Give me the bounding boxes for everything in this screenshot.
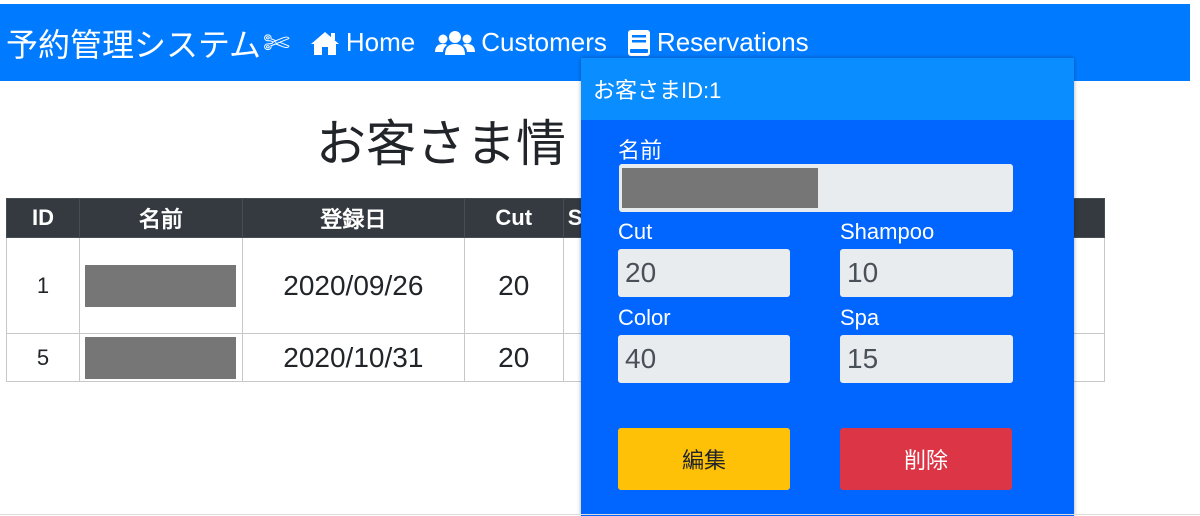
cell-id: 5 (6, 333, 80, 382)
edit-button[interactable]: 編集 (618, 428, 790, 490)
column-header-name: 名前 (78, 198, 243, 238)
shampoo-label: Shampoo (840, 219, 935, 244)
column-header-date: 登録日 (241, 198, 465, 238)
redacted-name-value (622, 168, 818, 208)
scissors-icon: ✄ (263, 23, 290, 62)
brand-title: 予約管理システム (6, 25, 262, 64)
cell-date: 2020/10/31 (241, 333, 465, 382)
color-label: Color (618, 305, 671, 330)
spa-field[interactable]: 15 (840, 335, 1013, 383)
cell-name (78, 333, 243, 382)
users-icon (435, 30, 476, 56)
shampoo-field[interactable]: 10 (840, 249, 1013, 297)
color-field[interactable]: 40 (618, 335, 790, 383)
nav-link-customers[interactable]: Customers (435, 27, 607, 58)
divider (0, 514, 1200, 515)
nav-link-home-label: Home (345, 27, 416, 57)
cut-field[interactable]: 20 (618, 249, 790, 297)
spa-label: Spa (840, 305, 880, 330)
name-label: 名前 (618, 138, 663, 163)
book-icon (627, 29, 651, 57)
column-header-cut: Cut (463, 198, 564, 238)
cell-cut: 20 (463, 237, 564, 334)
navbar-brand[interactable]: 予約管理システム ✄ (6, 20, 290, 66)
column-header-id: ID (6, 198, 80, 238)
nav-link-customers-label: Customers (481, 27, 607, 57)
cell-cut: 20 (463, 333, 564, 382)
cell-date: 2020/09/26 (241, 237, 465, 334)
nav-link-reservations-label: Reservations (656, 27, 809, 57)
redacted-name (85, 336, 237, 379)
customer-detail-modal: お客さまID:1 名前 Cut 20 Shampoo 10 Color 40 S… (581, 58, 1074, 516)
page-title: お客さま情 (316, 115, 566, 173)
name-field[interactable] (619, 164, 1013, 212)
home-icon (310, 30, 340, 56)
cut-label: Cut (618, 219, 653, 244)
cell-id: 1 (6, 237, 80, 334)
cell-name (78, 237, 243, 334)
nav-link-reservations[interactable]: Reservations (627, 27, 809, 58)
modal-title: お客さまID:1 (593, 78, 722, 103)
nav-link-home[interactable]: Home (310, 27, 415, 58)
redacted-name (85, 264, 237, 307)
modal-header: お客さまID:1 (581, 58, 1074, 120)
delete-button[interactable]: 削除 (840, 428, 1012, 490)
